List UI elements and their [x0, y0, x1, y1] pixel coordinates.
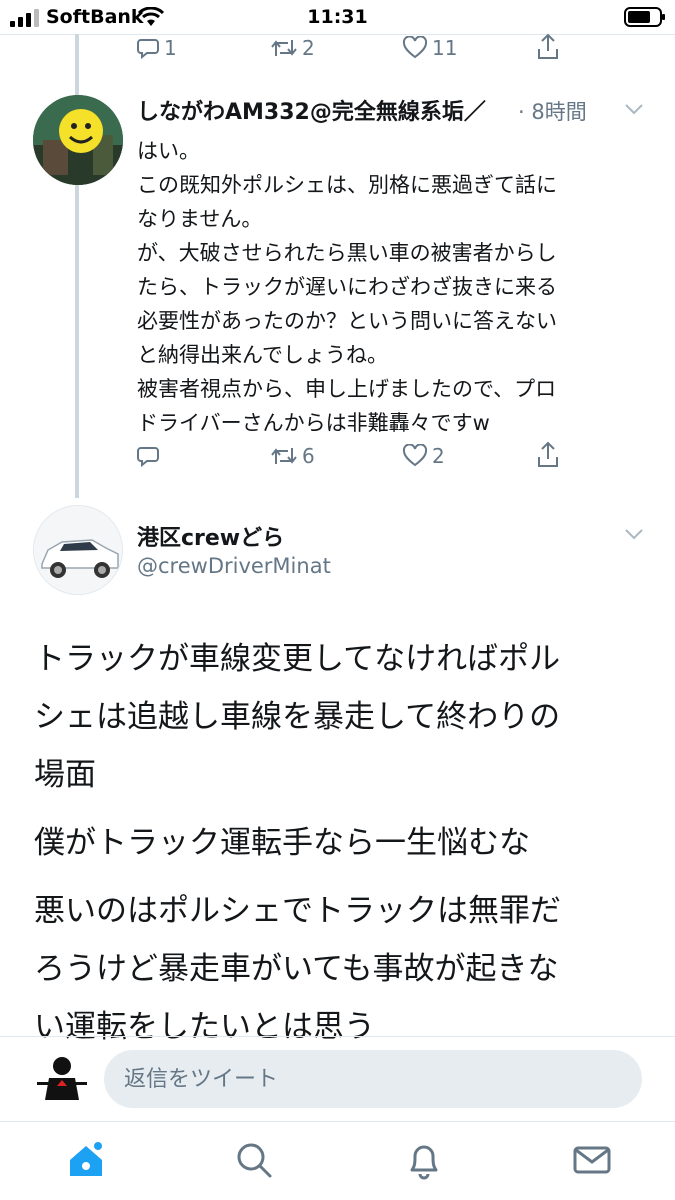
battery-icon [624, 7, 665, 27]
tweet1-line: と納得出来んでしょうね。 [137, 343, 388, 367]
share-icon [538, 441, 558, 467]
messages-icon [573, 1146, 611, 1174]
silhouette-avatar-image [33, 1050, 91, 1108]
notifications-icon [410, 1145, 438, 1180]
tab-messages[interactable] [570, 1138, 614, 1182]
tweet2-line: ろうけど暴走車がいても事故が起きな [34, 951, 559, 987]
car-avatar-image [34, 506, 122, 594]
reply-input[interactable] [104, 1050, 642, 1108]
avatar-tweet2[interactable] [33, 505, 123, 595]
clock: 11:31 [307, 6, 368, 28]
smiley-avatar-image [33, 95, 123, 185]
status-divider [0, 34, 675, 35]
tweet1-line: が、大破させられたら黒い車の被害者からし [137, 241, 557, 265]
tweet1-retweet-button[interactable]: 6 [270, 442, 315, 470]
heart-icon [402, 36, 428, 59]
chevron-down-icon[interactable] [624, 527, 644, 541]
tweet2-line: 僕がトラック運転手なら一生悩むな [34, 825, 530, 861]
like-count: 11 [432, 36, 458, 60]
heart-icon [402, 444, 428, 467]
avatar-tweet1[interactable] [33, 95, 123, 185]
tweet2-author-name[interactable]: 港区crewどら [137, 520, 284, 552]
tweet1-timestamp: · 8時間 [518, 100, 587, 124]
tweet1-line: なりません。 [137, 207, 263, 231]
reply-button[interactable]: 1 [136, 34, 177, 62]
tweet2-line: 悪いのはポルシェでトラックは無罪だ [34, 893, 561, 929]
tab-search[interactable] [232, 1138, 276, 1182]
search-icon [237, 1143, 272, 1178]
retweet-icon [271, 40, 297, 56]
own-avatar[interactable] [33, 1050, 91, 1108]
tweet1-line: はい。 [137, 139, 200, 163]
tweet1-retweet-count: 6 [302, 444, 315, 468]
tweet1-reply-button[interactable] [136, 442, 164, 470]
tab-bar [0, 1121, 675, 1200]
retweet-button[interactable]: 2 [270, 34, 315, 62]
retweet-count: 2 [302, 36, 315, 60]
tweet2-paragraph: トラックが車線変更してなければポル シェは追越し車線を暴走して終わりの 場面 [34, 630, 644, 804]
tweet1-like-button[interactable]: 2 [402, 442, 445, 470]
tweet2-paragraph: 僕がトラック運転手なら一生悩むな [34, 814, 644, 872]
tweet2-line: シェは追越し車線を暴走して終わりの [34, 699, 561, 735]
tweet1-line: 被害者視点から、申し上げましたので、プロ [137, 377, 557, 401]
tweet1-text: はい。 この既知外ポルシェは、別格に悪過ぎて話に なりません。 が、大破させられ… [137, 134, 637, 440]
tab-notifications[interactable] [402, 1138, 446, 1182]
tweet2-line: トラックが車線変更してなければポル [34, 641, 561, 677]
tweet2-author-handle[interactable]: @crewDriverMinat [137, 554, 331, 578]
home-icon [70, 1140, 104, 1176]
status-bar: SoftBank 11:31 [0, 0, 675, 34]
reply-count: 1 [164, 36, 177, 60]
tab-home[interactable] [64, 1138, 108, 1182]
tweet1-line: たら、トラックが遅いにわざわざ抜きに来る [137, 275, 557, 299]
tweet2-text: トラックが車線変更してなければポル シェは追越し車線を暴走して終わりの 場面 僕… [34, 630, 644, 1066]
tweet2-line: 場面 [34, 757, 96, 793]
chevron-down-icon[interactable] [624, 102, 644, 116]
tweet2-paragraph: 悪いのはポルシェでトラックは無罪だ ろうけど暴走車がいても事故が起きな い運転を… [34, 882, 644, 1056]
share-button[interactable] [536, 32, 560, 62]
tweet1-line: 必要性があったのか？という問いに答えない [137, 309, 557, 333]
tweet1-author-name[interactable]: しながわAM332@完全無線系垢／ [137, 94, 486, 126]
share-icon [538, 33, 558, 59]
reply-icon [137, 447, 159, 468]
retweet-icon [271, 448, 297, 464]
tweet1-share-button[interactable] [536, 440, 560, 470]
tweet1-like-count: 2 [432, 444, 445, 468]
reply-icon [137, 39, 159, 60]
like-button[interactable]: 11 [402, 34, 457, 62]
tweet1-line: ドライバーさんからは非難轟々ですw [137, 411, 490, 435]
tweet1-line: この既知外ポルシェは、別格に悪過ぎて話に [137, 173, 557, 197]
